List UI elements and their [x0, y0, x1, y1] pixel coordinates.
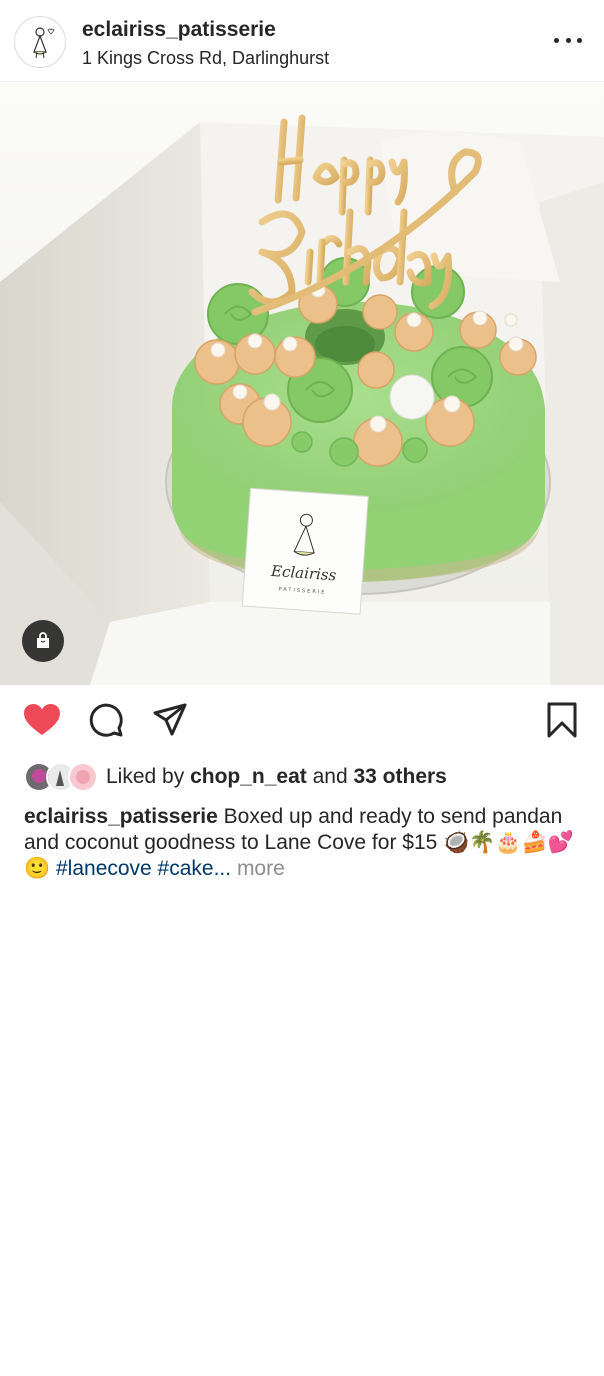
comment-icon[interactable] — [86, 700, 126, 740]
patisserie-logo-icon — [33, 27, 55, 59]
liker-username[interactable]: chop_n_eat — [190, 765, 307, 788]
likes-others[interactable]: 33 others — [353, 765, 446, 788]
share-icon[interactable] — [150, 700, 190, 740]
post-header: eclairiss_patisserie 1 Kings Cross Rd, D… — [0, 0, 604, 82]
post-caption: eclairiss_patisserie Boxed up and ready … — [24, 804, 584, 882]
save-bookmark-icon[interactable] — [542, 700, 582, 740]
caption-hashtags[interactable]: #lanecove #cake... — [56, 857, 231, 880]
shopping-bag-icon[interactable] — [22, 620, 64, 662]
cake-photo: Eclairiss PATISSERIE — [0, 82, 604, 685]
more-options-icon[interactable] — [554, 28, 582, 52]
caption-more-link[interactable]: more — [231, 857, 285, 880]
post-username[interactable]: eclairiss_patisserie — [82, 18, 276, 42]
post-location[interactable]: 1 Kings Cross Rd, Darlinghurst — [82, 48, 329, 69]
likes-prefix: Liked by — [106, 765, 191, 788]
likes-joiner: and — [306, 765, 354, 788]
caption-username[interactable]: eclairiss_patisserie — [24, 805, 218, 828]
likes-summary: Liked by chop_n_eat and 33 others — [106, 765, 447, 789]
likes-row[interactable]: Liked by chop_n_eat and 33 others — [24, 760, 447, 794]
post-image[interactable]: Eclairiss PATISSERIE — [0, 82, 604, 685]
profile-avatar[interactable] — [14, 16, 66, 68]
action-bar — [0, 700, 604, 744]
liker-avatar[interactable] — [68, 762, 98, 792]
like-heart-icon[interactable] — [22, 700, 62, 740]
